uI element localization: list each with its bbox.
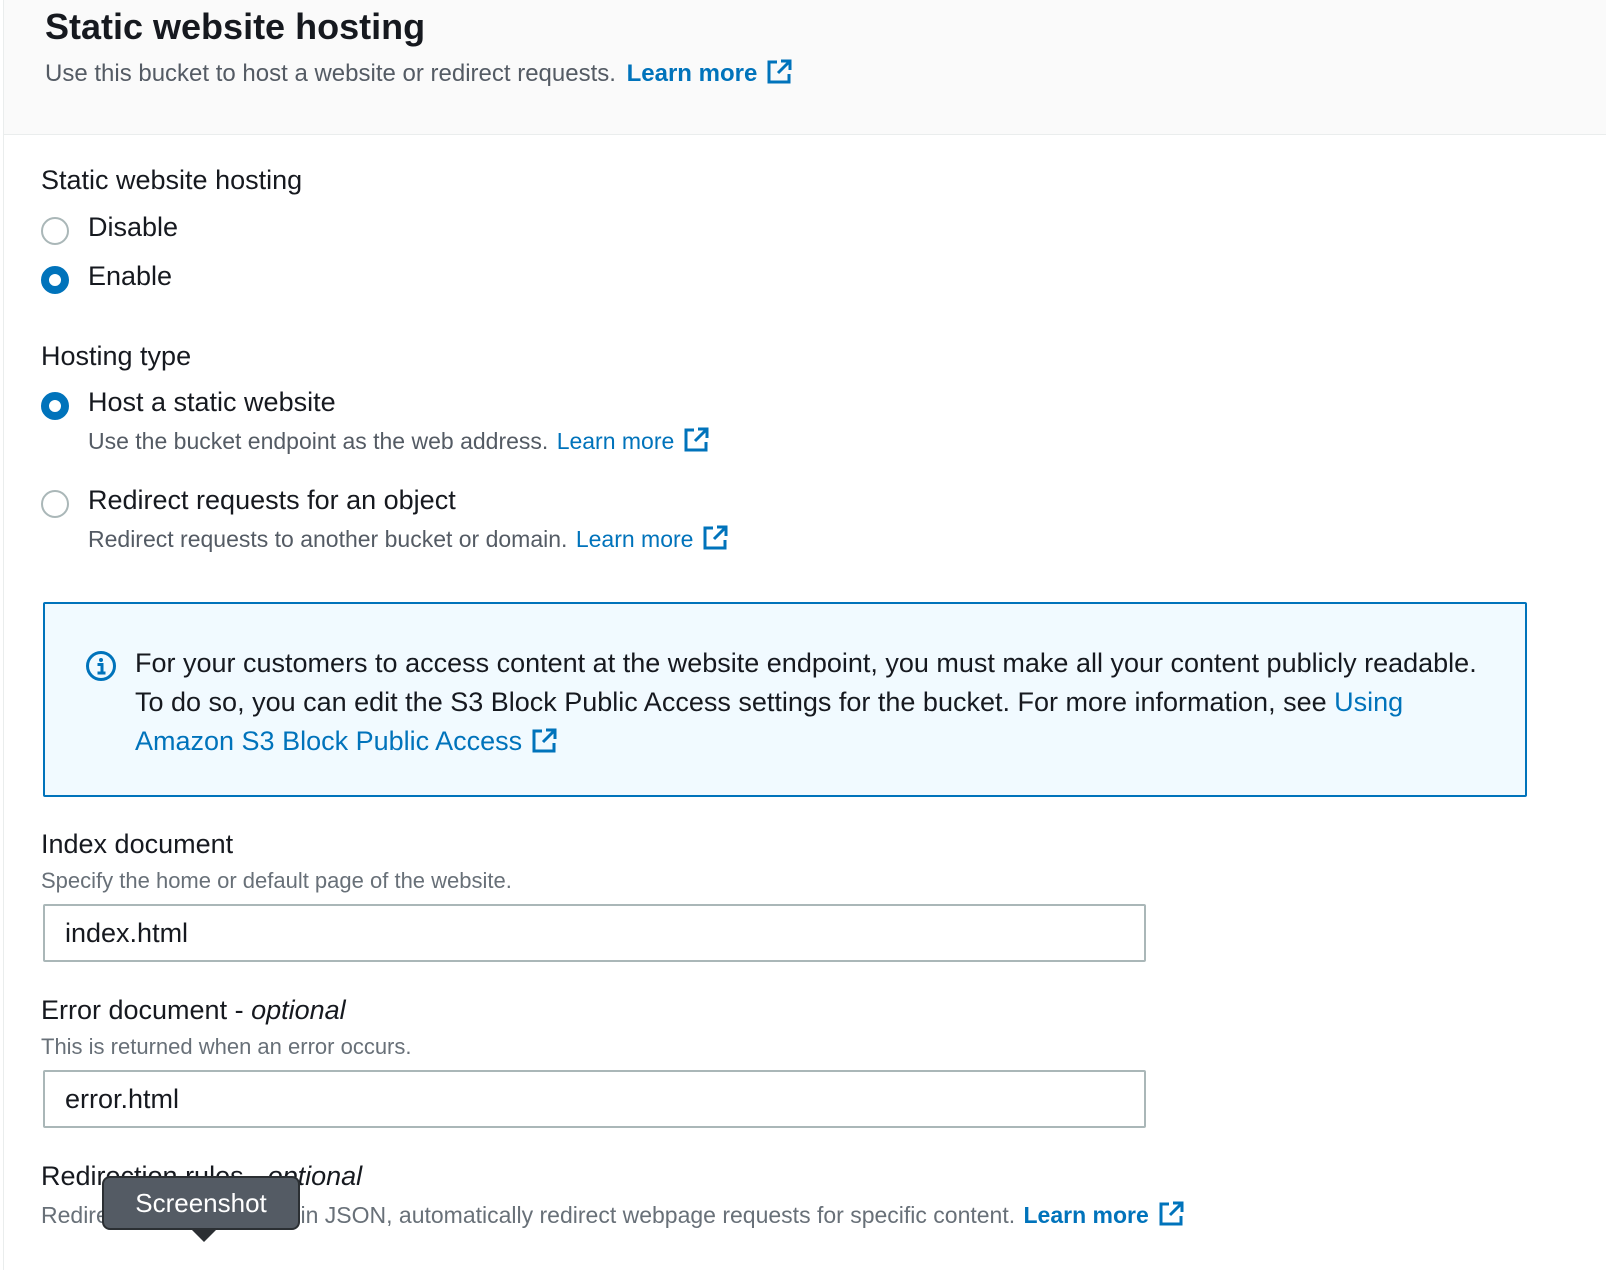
- error-document-optional: optional: [251, 995, 346, 1025]
- redirect-learn-more-label: Learn more: [575, 526, 694, 552]
- error-document-input[interactable]: [43, 1070, 1146, 1128]
- panel-header: Static website hosting Use this bucket t…: [4, 0, 1606, 135]
- radio-redirect-input[interactable]: [41, 490, 69, 518]
- error-document-description: This is returned when an error occurs.: [41, 1034, 412, 1059]
- radio-host-static-description-text: Use the bucket endpoint as the web addre…: [88, 428, 549, 454]
- external-link-icon: [703, 525, 728, 550]
- info-alert-text: For your customers to access content at …: [135, 644, 1505, 761]
- hosting-type-label: Hosting type: [41, 341, 192, 371]
- error-document-label-text: Error document -: [41, 995, 252, 1025]
- host-static-learn-more-link[interactable]: Learn more: [556, 427, 711, 454]
- radio-host-static-input[interactable]: [41, 392, 69, 420]
- external-link-icon: [767, 59, 792, 84]
- radio-disable-label[interactable]: Disable: [88, 212, 178, 243]
- redirection-rules-learn-more-label: Learn more: [1023, 1202, 1149, 1228]
- external-link-icon: [532, 728, 557, 753]
- radio-redirect-description: Redirect requests to another bucket or d…: [88, 524, 729, 553]
- redirect-learn-more-link[interactable]: Learn more: [575, 525, 730, 552]
- radio-redirect-description-text: Redirect requests to another bucket or d…: [88, 526, 568, 552]
- radio-disable-input[interactable]: [41, 217, 69, 245]
- hosting-group-label: Static website hosting: [41, 165, 303, 195]
- host-static-learn-more-label: Learn more: [556, 428, 675, 454]
- index-document-description: Specify the home or default page of the …: [41, 868, 512, 893]
- error-document-label: Error document - optional: [41, 995, 346, 1026]
- info-alert-message: For your customers to access content at …: [135, 648, 1477, 717]
- radio-enable-input[interactable]: [41, 266, 69, 294]
- radio-redirect-label[interactable]: Redirect requests for an object: [88, 485, 456, 516]
- panel-description: Use this bucket to host a website or red…: [45, 58, 793, 88]
- info-alert: For your customers to access content at …: [43, 602, 1527, 797]
- radio-host-static-label[interactable]: Host a static website: [88, 387, 336, 418]
- external-link-icon: [684, 427, 709, 452]
- header-learn-more-label: Learn more: [626, 60, 758, 87]
- tooltip-arrow: [190, 1228, 218, 1242]
- external-link-icon: [1159, 1201, 1184, 1226]
- panel-title: Static website hosting: [45, 6, 426, 47]
- index-document-label: Index document: [41, 829, 234, 859]
- radio-enable-label[interactable]: Enable: [88, 261, 172, 292]
- redirection-rules-learn-more-link[interactable]: Learn more: [1023, 1201, 1185, 1228]
- info-icon: [86, 651, 116, 681]
- screenshot-tooltip: Screenshot: [102, 1176, 300, 1230]
- header-learn-more-link[interactable]: Learn more: [626, 59, 794, 87]
- radio-host-static-description: Use the bucket endpoint as the web addre…: [88, 426, 710, 455]
- index-document-input[interactable]: [43, 904, 1146, 962]
- panel-description-text: Use this bucket to host a website or red…: [45, 60, 616, 87]
